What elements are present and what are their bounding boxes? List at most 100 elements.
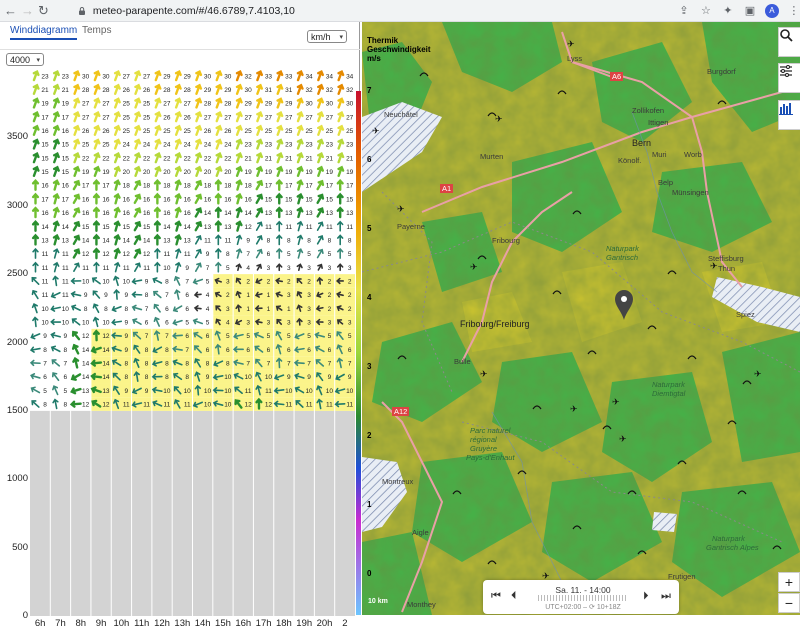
- wind-speed-label: 10: [265, 374, 273, 381]
- wind-speed-label: 19: [82, 169, 90, 176]
- wind-speed-label: 15: [82, 224, 90, 231]
- map-terrain: ✈✈✈✈✈ ✈✈✈✈✈✈✈: [362, 22, 800, 615]
- x-tick-label: 2: [342, 618, 348, 629]
- wind-speed-label: 22: [102, 155, 110, 162]
- extensions-icon[interactable]: ✦: [721, 4, 735, 18]
- wind-speed-label: 22: [163, 155, 171, 162]
- wind-speed-label: 25: [143, 128, 151, 135]
- wind-speed-label: 7: [267, 361, 271, 368]
- tab-temps[interactable]: Temps: [82, 22, 111, 40]
- wind-speed-label: 30: [305, 101, 313, 108]
- wind-speed-label: 9: [124, 319, 128, 326]
- zoom-in-button[interactable]: +: [778, 572, 800, 592]
- thermal-cell: [131, 356, 152, 370]
- wind-speed-label: 3: [307, 265, 311, 272]
- search-button[interactable]: [778, 27, 800, 57]
- thermal-cell: [273, 356, 295, 370]
- wind-speed-label: 7: [165, 292, 169, 299]
- zoom-out-button[interactable]: −: [778, 593, 800, 613]
- skip-forward-icon[interactable]: ⏭: [661, 590, 671, 603]
- wind-diagram[interactable]: 23 23 30 30 27 27 29 29 30 30 32 33 33 34 34 34 21 21 28 28…: [30, 69, 355, 616]
- wind-speed-label: 8: [165, 347, 169, 354]
- wind-speed-label: 12: [82, 333, 90, 340]
- wind-speed-label: 1: [287, 306, 291, 313]
- wind-speed-label: 6: [328, 347, 332, 354]
- wind-speed-label: 17: [62, 196, 70, 203]
- wind-speed-label: 18: [184, 183, 192, 190]
- wind-speed-label: 22: [184, 155, 192, 162]
- wind-speed-label: 29: [224, 87, 232, 94]
- wind-speed-label: 10: [82, 278, 90, 285]
- place-montreux: Montreux: [382, 477, 414, 486]
- arrow-left-icon[interactable]: ←: [4, 2, 17, 20]
- sidebar-icon[interactable]: ▣: [743, 4, 757, 18]
- wind-speed-label: 2: [328, 306, 332, 313]
- chart-button[interactable]: [778, 100, 800, 130]
- wind-speed-label: 15: [41, 155, 49, 162]
- wind-speed-label: 25: [346, 128, 354, 135]
- place-neuchatel: Neuchâtel: [384, 110, 418, 119]
- unit-select[interactable]: km/h ▾: [307, 30, 347, 43]
- wind-speed-label: 6: [267, 251, 271, 258]
- place-belp: Belp: [658, 178, 674, 187]
- place-konolfingen: Könolf.: [618, 156, 642, 165]
- wind-speed-label: 8: [307, 237, 311, 244]
- time-control: ⏮ ⏴ Sa. 11. - 14:00 UTC+02:00 – ⟳ 10+18Z…: [483, 580, 679, 614]
- wind-speed-label: 8: [64, 347, 68, 354]
- wind-speed-label: 29: [163, 73, 171, 80]
- time-slider[interactable]: [538, 595, 628, 601]
- wind-speed-label: 7: [165, 333, 169, 340]
- y-tick-label: 1500: [6, 404, 28, 416]
- wind-speed-label: 6: [206, 333, 210, 340]
- address-bar[interactable]: meteo-parapente.com/#/46.6789,7.4103,10: [77, 2, 677, 20]
- sliders-icon: [780, 65, 792, 77]
- wind-speed-label: 24: [224, 142, 232, 149]
- wind-speed-label: 33: [285, 73, 293, 80]
- wind-speed-label: 8: [185, 374, 189, 381]
- menu-dots-icon[interactable]: ⋮: [787, 4, 800, 18]
- wind-speed-label: 8: [185, 361, 189, 368]
- thermal-cell: [192, 369, 213, 384]
- wind-speed-label: 1: [246, 306, 250, 313]
- skip-back-icon[interactable]: ⏮: [491, 590, 501, 603]
- wind-speed-label: 7: [43, 361, 47, 368]
- wind-speed-label: 11: [143, 265, 150, 272]
- wind-speed-label: 19: [305, 169, 313, 176]
- star-icon[interactable]: ☆: [699, 4, 713, 18]
- wind-speed-label: 9: [124, 347, 128, 354]
- reload-icon[interactable]: ↻: [38, 2, 49, 20]
- wind-speed-label: 2: [348, 278, 352, 285]
- filter-button[interactable]: [778, 63, 800, 93]
- wind-speed-label: 29: [184, 73, 192, 80]
- wind-speed-label: 18: [245, 183, 253, 190]
- wind-speed-label: 31: [285, 87, 293, 94]
- wind-speed-label: 24: [204, 142, 212, 149]
- share-icon[interactable]: ⇪: [677, 4, 691, 18]
- x-tick-label: 12h: [154, 618, 170, 629]
- wind-speed-label: 20: [163, 169, 171, 176]
- wind-speed-label: 20: [123, 169, 131, 176]
- wind-speed-label: 16: [184, 196, 192, 203]
- bar-chart-icon: [779, 103, 793, 115]
- wind-speed-label: 7: [246, 361, 250, 368]
- y-tick-label: 500: [12, 541, 28, 553]
- airfield-icon: ✈: [397, 204, 405, 214]
- wind-speed-label: 5: [287, 333, 291, 340]
- wind-speed-label: 10: [224, 388, 232, 395]
- airfield-icon: ✈: [480, 369, 488, 379]
- wind-speed-label: 12: [102, 333, 110, 340]
- wind-speed-label: 14: [102, 237, 110, 244]
- wind-speed-label: 27: [245, 114, 253, 121]
- altitude-select[interactable]: 4000 ▾: [6, 53, 44, 66]
- profile-avatar[interactable]: A: [764, 3, 779, 18]
- arrow-right-icon[interactable]: →: [21, 2, 34, 20]
- wind-speed-label: 1: [267, 306, 271, 313]
- airfield-icon: ✈: [619, 434, 627, 444]
- wind-speed-label: 10: [41, 306, 49, 313]
- step-forward-icon[interactable]: ⏵: [643, 590, 649, 603]
- wind-speed-label: 16: [224, 196, 232, 203]
- thermal-map[interactable]: ✈ ✈ ✈ ✈ ✈ ✈ ✈ ✈ ✈ ✈ ✈ ✈ Thermik Geschwindigkeit m/s…: [362, 22, 800, 615]
- step-back-icon[interactable]: ⏴: [511, 590, 517, 603]
- tab-winddiagramm[interactable]: Winddiagramm: [10, 22, 78, 40]
- wind-speed-label: 8: [124, 361, 128, 368]
